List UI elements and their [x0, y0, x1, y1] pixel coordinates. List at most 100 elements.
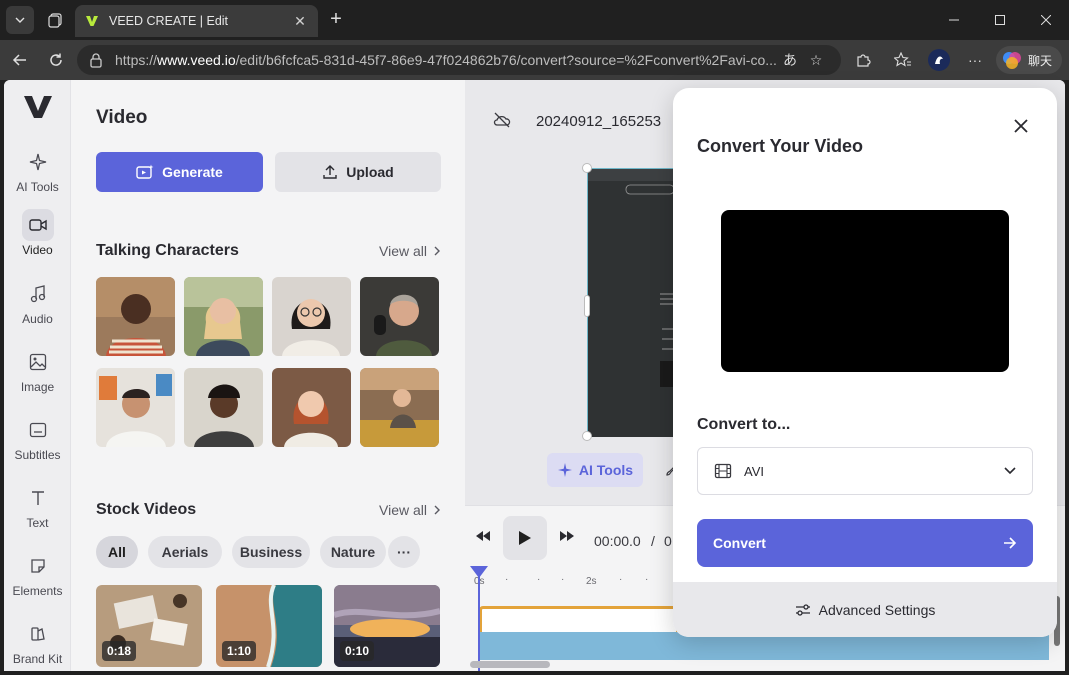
rail-label: AI Tools: [16, 180, 59, 194]
rail-label: Audio: [22, 312, 53, 326]
arrow-right-icon: [1004, 537, 1017, 549]
close-icon: [1041, 15, 1051, 25]
character-thumbnail[interactable]: [272, 277, 351, 356]
stock-video-thumbnail[interactable]: 1:10: [216, 585, 322, 667]
resize-handle[interactable]: [582, 431, 592, 441]
character-thumbnail[interactable]: [184, 368, 263, 447]
character-thumbnail[interactable]: [360, 368, 439, 447]
stock-videos-title: Stock Videos: [96, 501, 197, 518]
translate-icon[interactable]: あ: [777, 50, 803, 70]
ruler-dot: ·: [537, 574, 541, 585]
browser-toolbar: https://www.veed.io/edit/b6fcfca5-831d-4…: [0, 40, 1069, 80]
video-preview[interactable]: [721, 210, 1009, 372]
more-options-icon[interactable]: ···: [961, 48, 989, 72]
tab-list-button[interactable]: [6, 6, 34, 34]
side-handle[interactable]: [584, 295, 590, 317]
url-prefix: https://: [115, 52, 158, 68]
character-thumbnail[interactable]: [360, 277, 439, 356]
talking-view-all-link[interactable]: View all: [379, 243, 441, 259]
lock-icon: [89, 52, 107, 68]
rail-item-video[interactable]: Video: [4, 209, 71, 269]
chip-nature[interactable]: Nature: [320, 536, 386, 568]
workspaces-button[interactable]: [42, 6, 70, 34]
close-window-button[interactable]: [1023, 0, 1069, 40]
video-frame-preview: [588, 169, 676, 437]
browser-tab-active[interactable]: VEED CREATE | Edit ✕: [75, 5, 318, 37]
upload-icon: [323, 165, 337, 179]
skip-back-button[interactable]: [467, 520, 499, 552]
generate-button[interactable]: Generate: [96, 152, 263, 192]
play-button[interactable]: [503, 516, 547, 560]
rail-item-subtitles[interactable]: Subtitles: [4, 414, 71, 474]
rail-item-audio[interactable]: Audio: [4, 278, 71, 338]
stock-video-thumbnail[interactable]: 0:18: [96, 585, 202, 667]
close-modal-button[interactable]: [1007, 112, 1035, 140]
favorites-icon[interactable]: [889, 48, 917, 72]
skip-forward-button[interactable]: [551, 520, 583, 552]
playhead[interactable]: [470, 566, 488, 671]
rail-item-ai-tools[interactable]: AI Tools: [4, 146, 71, 206]
address-bar[interactable]: https://www.veed.io/edit/b6fcfca5-831d-4…: [77, 45, 841, 75]
rail-label: Subtitles: [14, 448, 61, 462]
ruler-dot: ·: [505, 574, 509, 585]
new-tab-button[interactable]: +: [324, 8, 348, 32]
chevron-down-icon: [15, 17, 25, 23]
rail-item-brand-kit[interactable]: Brand Kit: [4, 618, 71, 671]
stock-video-thumbnail[interactable]: 0:10: [334, 585, 440, 667]
character-thumbnail[interactable]: [272, 368, 351, 447]
copilot-button[interactable]: 聊天: [996, 46, 1062, 74]
chevron-right-icon: [434, 246, 440, 256]
ai-tools-button[interactable]: AI Tools: [547, 453, 643, 487]
rewind-icon: [476, 531, 490, 541]
rail-item-elements[interactable]: Elements: [4, 550, 71, 610]
resize-handle[interactable]: [582, 163, 592, 173]
ruler-dot: ·: [561, 574, 565, 585]
favorite-star-icon[interactable]: ☆: [803, 52, 829, 69]
extensions-icon[interactable]: [849, 48, 877, 72]
reload-icon: [50, 53, 62, 66]
convert-button[interactable]: Convert: [697, 519, 1033, 567]
maximize-icon: [995, 15, 1005, 25]
arrow-left-icon: [12, 54, 26, 66]
rail-item-image[interactable]: Image: [4, 346, 71, 406]
chip-business[interactable]: Business: [232, 536, 310, 568]
reload-button[interactable]: [42, 48, 70, 72]
elements-icon: [30, 559, 45, 573]
copilot-label: 聊天: [1028, 53, 1053, 68]
minimize-button[interactable]: [931, 0, 977, 40]
left-rail: AI Tools Video Audio Image Subtitles Tex…: [4, 80, 71, 671]
view-all-label: View all: [379, 243, 427, 259]
format-select[interactable]: AVI: [697, 447, 1033, 495]
video-duration: 0:10: [340, 641, 375, 661]
more-chips-button[interactable]: ···: [388, 536, 420, 568]
video-duration: 0:18: [102, 641, 137, 661]
upload-button[interactable]: Upload: [275, 152, 441, 192]
stock-view-all-link[interactable]: View all: [379, 502, 441, 518]
time-separator: /: [651, 533, 655, 549]
url-text: https://www.veed.io/edit/b6fcfca5-831d-4…: [115, 52, 777, 68]
profile-avatar[interactable]: [925, 48, 953, 72]
upload-label: Upload: [346, 164, 394, 180]
chevron-right-icon: [434, 505, 440, 515]
back-button[interactable]: [6, 48, 34, 72]
timeline-scrollbar[interactable]: [470, 661, 550, 668]
chip-all[interactable]: All: [96, 536, 138, 568]
advanced-settings-button[interactable]: Advanced Settings: [673, 582, 1057, 637]
minimize-icon: [949, 19, 959, 21]
project-name[interactable]: 20240912_165253: [536, 113, 661, 130]
chip-aerials[interactable]: Aerials: [148, 536, 222, 568]
text-icon: [31, 491, 44, 505]
modal-title: Convert Your Video: [697, 136, 864, 156]
close-tab-icon[interactable]: ✕: [292, 13, 308, 30]
current-time: 00:00.0: [594, 533, 641, 549]
character-thumbnail[interactable]: [96, 368, 175, 447]
convert-to-label: Convert to...: [697, 416, 791, 433]
rail-item-text[interactable]: Text: [4, 482, 71, 542]
maximize-button[interactable]: [977, 0, 1023, 40]
video-canvas[interactable]: [587, 168, 676, 437]
play-icon: [519, 531, 531, 545]
ruler-label: 2s: [586, 576, 597, 587]
playhead-handle-icon: [470, 566, 488, 578]
character-thumbnail[interactable]: [96, 277, 175, 356]
character-thumbnail[interactable]: [184, 277, 263, 356]
